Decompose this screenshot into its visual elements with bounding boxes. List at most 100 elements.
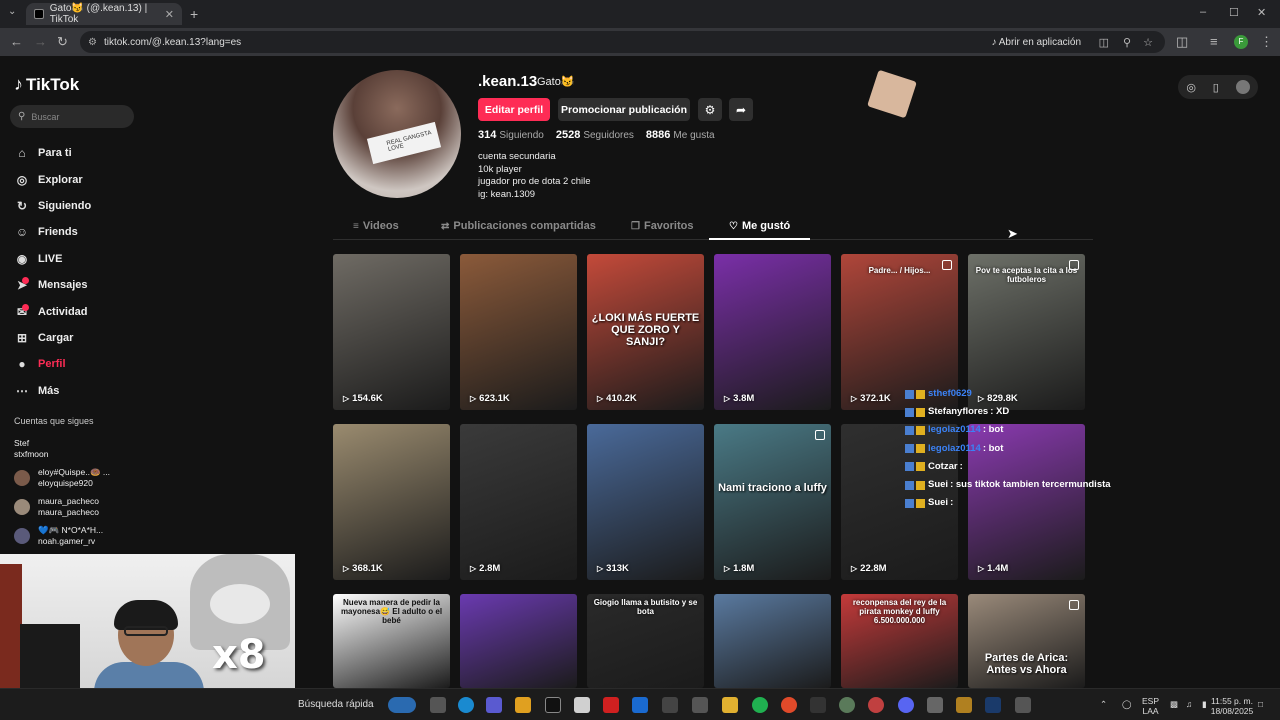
outlook-icon[interactable] — [632, 697, 648, 713]
sidebar-item-para-ti[interactable]: ⌂ Para ti — [14, 140, 154, 166]
back-icon[interactable]: ← — [10, 34, 23, 49]
sidebar-item-explorar[interactable]: ◎ Explorar — [14, 166, 154, 192]
sidebar-item-friends[interactable]: ☺ Friends — [14, 219, 154, 245]
translate-icon[interactable]: ◫ — [1099, 36, 1109, 49]
explorer-icon[interactable] — [722, 697, 738, 713]
clock[interactable]: 11:55 p. m. 18/08/2025 — [1208, 696, 1256, 716]
volume-icon[interactable]: ♫ — [1186, 699, 1192, 709]
video-tile[interactable]: ▷ 2.8M — [460, 424, 577, 580]
followed-account[interactable]: Stef stxfmoon — [14, 434, 110, 463]
tab-reposts[interactable]: ⇄ Publicaciones compartidas — [441, 220, 596, 232]
tray-chevron-icon[interactable]: ⌃ — [1100, 699, 1107, 709]
language-indicator[interactable]: ESP LAA — [1142, 696, 1159, 716]
edge-icon[interactable] — [458, 697, 474, 713]
app-icon[interactable] — [810, 697, 826, 713]
tab-liked[interactable]: ♡ Me gustó — [729, 220, 790, 232]
media-icon[interactable]: ≡ — [1210, 34, 1218, 49]
weather-icon[interactable] — [388, 697, 416, 713]
mic-icon[interactable]: ◯ — [1122, 699, 1132, 709]
video-tile[interactable]: ▷ 3.8M — [714, 254, 831, 410]
video-tile[interactable]: Giogio llama a butisito y se bota — [587, 594, 704, 688]
browser-tab[interactable]: Gato😼 (@.kean.13) | TikTok ✕ — [26, 3, 182, 25]
window-close-icon[interactable]: ✕ — [1257, 6, 1266, 19]
address-bar[interactable]: ⚙ tiktok.com/@.kean.13?lang=es ♪ Abrir e… — [80, 31, 1165, 53]
avatar — [14, 469, 30, 486]
app-icon[interactable] — [868, 697, 884, 713]
opera-icon[interactable] — [603, 697, 619, 713]
video-tile[interactable]: Nami traciono a luffy ▷ 1.8M — [714, 424, 831, 580]
extensions-icon[interactable]: ◫ — [1176, 34, 1188, 50]
video-tile[interactable]: Partes de Arica: Antes vs Ahora — [968, 594, 1085, 688]
whatsapp-icon[interactable] — [752, 697, 768, 713]
video-tile[interactable]: reconpensa del rey de la pirata monkey d… — [841, 594, 958, 688]
tiktok-app-icon[interactable] — [545, 697, 561, 713]
network-icon[interactable]: ▩ — [1170, 699, 1178, 709]
video-tile[interactable] — [460, 594, 577, 688]
video-tile[interactable]: ¿LOKI MÁS FUERTE QUE ZORO Y SANJI? ▷ 410.2… — [587, 254, 704, 410]
compass-icon: ◎ — [16, 172, 28, 187]
app-icon[interactable] — [839, 697, 855, 713]
chat-username: Suei — [928, 497, 949, 509]
video-tile[interactable]: ▷ 154.6K — [333, 254, 450, 410]
new-tab-button[interactable]: + — [190, 6, 198, 22]
minimize-icon[interactable]: – — [1200, 6, 1206, 18]
tab-videos[interactable]: ≡ Videos — [353, 220, 399, 232]
view-count: ▷ 3.8M — [724, 393, 755, 404]
video-tile[interactable]: ▷ 313K — [587, 424, 704, 580]
store-icon[interactable] — [515, 697, 531, 713]
teams-icon[interactable] — [486, 697, 502, 713]
task-view-icon[interactable] — [430, 697, 446, 713]
steam-icon[interactable] — [985, 697, 1001, 713]
home-icon: ⌂ — [18, 146, 26, 161]
notifications-icon[interactable]: □ — [1258, 699, 1263, 709]
compass-icon[interactable]: ◎ — [1186, 81, 1196, 94]
browser-menu-icon[interactable]: ⋮ — [1260, 34, 1273, 50]
tab-search-icon[interactable]: ⌄ — [8, 6, 16, 17]
device-icon[interactable]: ▯ — [1213, 81, 1219, 94]
sidebar-item-siguiendo[interactable]: ↻ Siguiendo — [14, 193, 154, 219]
settings-icon[interactable]: ⚙ — [698, 98, 722, 121]
followed-account[interactable]: maura_pacheco maura_pacheco — [14, 492, 110, 521]
video-tile[interactable]: ▷ 368.1K — [333, 424, 450, 580]
followed-account[interactable]: 💙🎮 N*O*A*H... noah.gamer_rv — [14, 521, 110, 550]
sidebar-item-cargar[interactable]: ⊞ Cargar — [14, 325, 154, 351]
app-icon[interactable] — [956, 697, 972, 713]
sidebar-item-live[interactable]: ◉ LIVE — [14, 246, 154, 272]
followed-account[interactable]: eloy#Quispe..🍩 ... eloyquispe920 — [14, 463, 110, 492]
app-icon[interactable] — [574, 697, 590, 713]
video-tile[interactable] — [714, 594, 831, 688]
sidebar-item-mas[interactable]: ⋯ Más — [14, 378, 154, 404]
reload-icon[interactable]: ↻ — [57, 34, 68, 50]
taskbar-search[interactable]: Búsqueda rápida — [298, 699, 374, 710]
battery-icon[interactable]: ▮ — [1202, 699, 1207, 709]
sidebar-item-actividad[interactable]: ✉ Actividad — [14, 298, 154, 324]
following-stat[interactable]: 314 Siguiendo — [478, 129, 544, 141]
chrome-icon[interactable] — [781, 697, 797, 713]
sidebar-item-perfil[interactable]: ● Perfil — [14, 351, 154, 377]
promote-post-button[interactable]: Promocionar publicación — [558, 98, 690, 121]
followers-stat[interactable]: 2528 Seguidores — [556, 129, 634, 141]
tab-favorites[interactable]: ❐ Favoritos — [631, 220, 693, 232]
close-tab-icon[interactable]: ✕ — [165, 8, 174, 21]
forward-icon[interactable]: → — [34, 34, 47, 49]
share-icon[interactable]: ➦ — [729, 98, 753, 121]
edit-profile-button[interactable]: Editar perfil — [478, 98, 550, 121]
sidebar-item-mensajes[interactable]: ➤ Mensajes — [14, 272, 154, 298]
maximize-icon[interactable]: ☐ — [1229, 6, 1239, 19]
video-tile[interactable]: ▷ 623.1K — [460, 254, 577, 410]
open-in-app-button[interactable]: ♪ Abrir en aplicación — [992, 37, 1082, 48]
play-icon: ▷ — [978, 564, 985, 573]
app-icon[interactable] — [1015, 697, 1031, 713]
search-input[interactable]: ⚲ Buscar — [10, 105, 134, 128]
site-info-icon[interactable]: ⚙ — [88, 37, 97, 48]
avatar[interactable]: F — [1234, 35, 1248, 49]
avatar[interactable] — [1235, 80, 1250, 94]
discord-icon[interactable] — [898, 697, 914, 713]
tiktok-logo[interactable]: ♪ TikTok — [14, 74, 79, 95]
settings-icon[interactable] — [927, 697, 943, 713]
app-icon[interactable] — [692, 697, 708, 713]
zoom-icon[interactable]: ⚲ — [1123, 36, 1131, 49]
bookmark-star-icon[interactable]: ☆ — [1143, 36, 1153, 49]
video-tile[interactable]: Nueva manera de pedir la mayonesa😅 El ad… — [333, 594, 450, 688]
app-icon[interactable] — [662, 697, 678, 713]
